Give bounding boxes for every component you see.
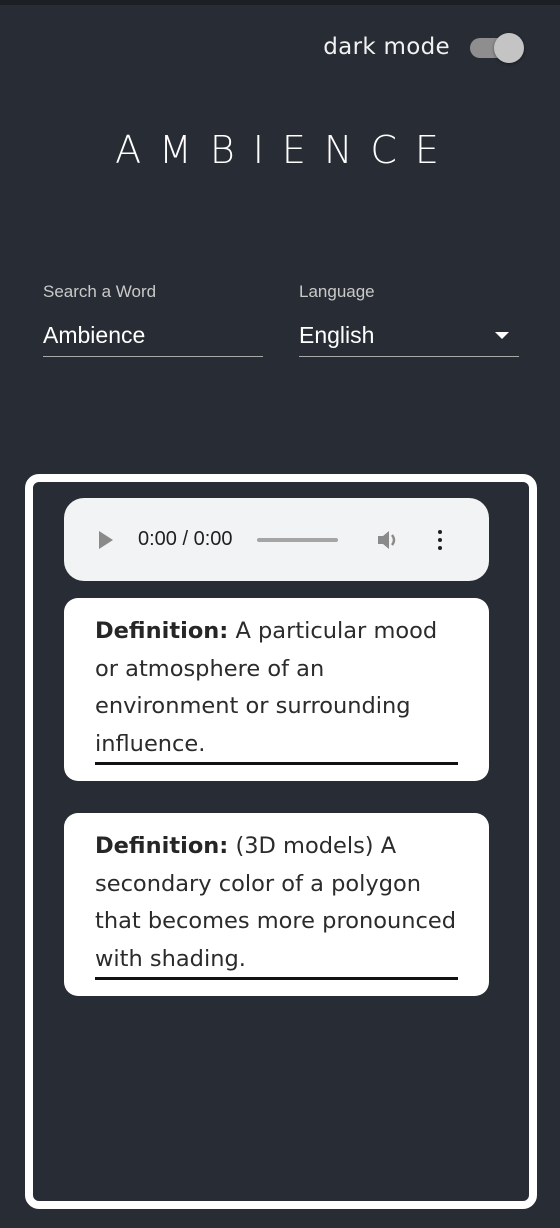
dark-mode-control: dark mode [323,32,524,63]
dark-mode-toggle[interactable] [468,32,524,63]
definition-label: Definition: [95,618,229,644]
definition-divider [95,762,458,765]
language-field: Language English [299,282,519,357]
more-options-icon[interactable] [437,528,442,552]
dropdown-caret-icon [495,331,509,339]
search-field: Search a Word [43,282,263,357]
play-icon[interactable] [99,530,113,549]
language-selected-value: English [299,321,375,348]
toggle-thumb [494,33,524,63]
dark-mode-label: dark mode [323,34,450,60]
audio-time: 0:00 / 0:00 [138,528,233,550]
volume-icon[interactable] [376,528,402,552]
language-label: Language [299,282,375,301]
search-label: Search a Word [43,282,157,301]
audio-player: 0:00 / 0:00 [64,498,489,581]
definition-text: Definition: A particular mood or atmosph… [95,613,458,763]
definition-card: Definition: (3D models) A secondary colo… [64,813,489,996]
audio-progress-bar[interactable] [256,537,338,542]
search-input-wrapper [43,314,263,357]
language-select[interactable]: English [299,314,519,357]
search-input[interactable] [43,321,263,349]
definition-divider [95,977,458,980]
definition-label: Definition: [95,833,229,859]
top-status-strip [0,0,560,5]
definition-card: Definition: A particular mood or atmosph… [64,598,489,781]
app-title: AMBIENCE [115,128,457,172]
definition-text: Definition: (3D models) A secondary colo… [95,828,458,978]
